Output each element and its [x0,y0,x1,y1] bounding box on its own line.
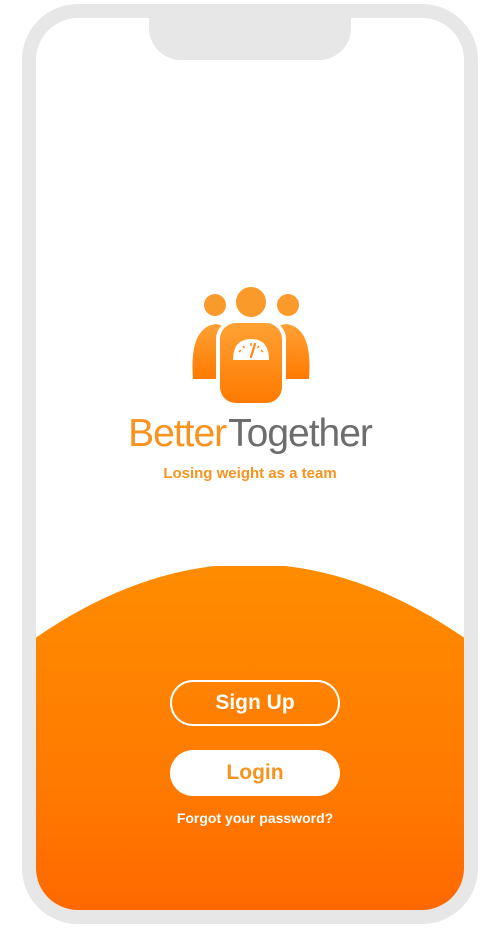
brand-tagline: Losing weight as a team [163,465,337,482]
team-scale-icon [192,287,310,406]
forgot-password-link[interactable]: Forgot your password? [36,810,464,826]
login-button[interactable]: Login [170,750,340,796]
phone-frame: BetterTogether Losing weight as a team S… [22,4,478,924]
brand-name-part2: Together [228,412,373,455]
phone-notch [149,18,351,60]
brand-name-part1: Better [128,412,227,455]
brand-name: BetterTogether [36,410,464,458]
sign-up-button[interactable]: Sign Up [170,680,340,726]
orange-wave-background [36,566,464,910]
